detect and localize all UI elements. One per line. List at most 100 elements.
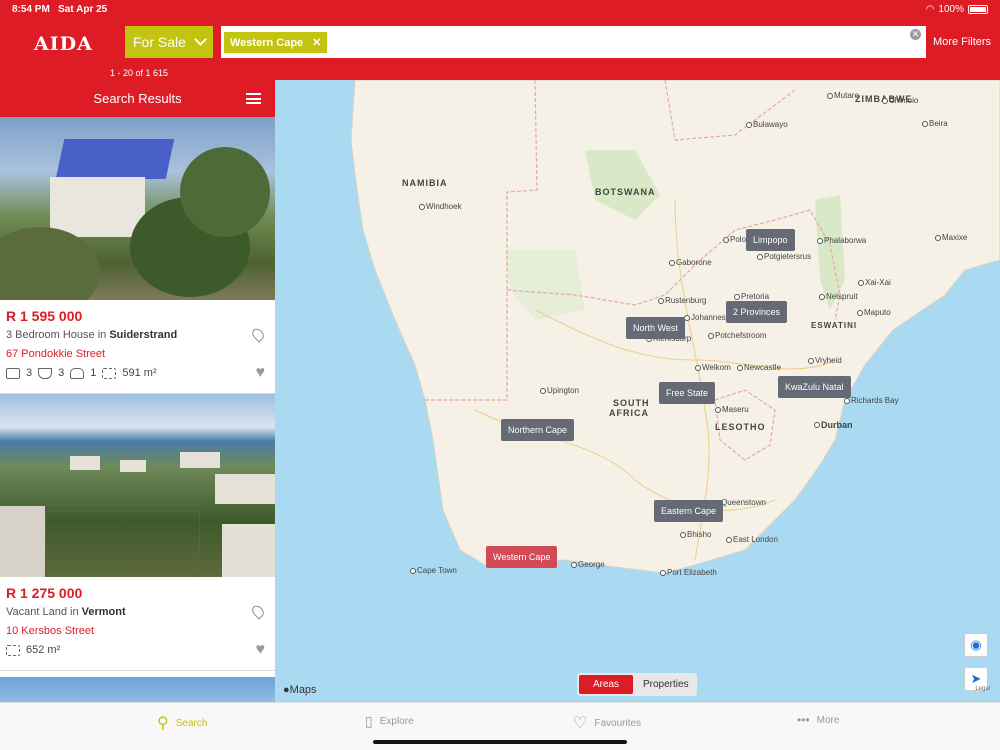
map-pin-icon[interactable] (249, 326, 267, 343)
city-label: Richards Bay (844, 396, 899, 405)
country-label: SOUTH (613, 398, 650, 408)
house (70, 456, 100, 470)
region-tag-north-west[interactable]: North West (626, 317, 685, 339)
listing-card[interactable]: R 1 595 000 3 Bedroom House in Suiderstr… (0, 117, 275, 394)
globe-icon[interactable]: ◉ (964, 633, 988, 657)
apple-maps-logo: ●Maps (283, 684, 317, 696)
tab-explore[interactable]: ▯ Explore (365, 713, 414, 730)
listing-card[interactable]: R 1 275 000 Vacant Land in Vermont 10 Ke… (0, 394, 275, 671)
bed-icon (6, 367, 20, 379)
city-label: Newcastle (737, 363, 781, 372)
city-label: Phalaborwa (816, 236, 867, 245)
garage-count: 1 (90, 367, 97, 379)
heart-icon: ♡ (573, 715, 588, 732)
floor-size: 652 m² (26, 644, 61, 656)
listing-type: 3 Bedroom House in (6, 329, 107, 341)
country-label: AFRICA (609, 408, 649, 418)
house-wall (50, 177, 145, 237)
listing-description: 3 Bedroom House in Suiderstrand (6, 329, 177, 341)
more-filters-button[interactable]: More Filters (933, 36, 991, 48)
menu-icon[interactable] (246, 93, 261, 104)
location-chip-label: Western Cape (230, 36, 304, 49)
country-label: LESOTHO (715, 422, 766, 432)
city-label: Maseru (715, 405, 749, 414)
region-tag-2-provinces[interactable]: 2 Provinces (726, 301, 788, 323)
city-label: Mutare (827, 91, 859, 100)
app-root: 8:54 PM Sat Apr 25 ◠ 100% AIDA For Sale … (0, 0, 1000, 750)
more-dots-icon: ••• (797, 713, 810, 727)
chip-remove-icon[interactable]: ✕ (312, 36, 321, 49)
house (215, 474, 275, 504)
sale-type-dropdown[interactable]: For Sale (125, 26, 213, 58)
country-label: NAMIBIA (402, 178, 448, 188)
listing-street: 10 Kersbos Street (6, 625, 95, 637)
aida-logo[interactable]: AIDA (34, 33, 93, 55)
city-label: Maputo (857, 308, 891, 317)
city-label: Bhisho (679, 530, 712, 539)
bath-count: 3 (58, 367, 65, 379)
maps-brand-label: Maps (289, 684, 317, 696)
tab-more[interactable]: ••• More (797, 713, 839, 727)
house (222, 524, 275, 577)
city-label: Potgietersrus (756, 252, 812, 261)
listing-type: Vacant Land in (6, 606, 79, 618)
areas-segment[interactable]: Areas (579, 675, 633, 694)
floor-size: 591 m² (122, 367, 157, 379)
favourite-heart-icon[interactable]: ♥ (256, 364, 266, 382)
city-label: Vryheid (808, 356, 842, 365)
listing-price: R 1 275 000 (6, 585, 83, 601)
chevron-down-icon (194, 33, 207, 46)
listing-photo[interactable] (0, 677, 275, 702)
battery-label: 100% (938, 4, 964, 15)
city-label: Upington (539, 386, 580, 395)
city-label: Port Elizabeth (660, 568, 717, 577)
country-label: BOTSWANA (595, 187, 656, 197)
city-label: Beira (922, 119, 948, 128)
properties-segment[interactable]: Properties (633, 675, 695, 694)
location-chip[interactable]: Western Cape ✕ (224, 32, 328, 53)
region-tag-eastern-cape[interactable]: Eastern Cape (654, 500, 724, 522)
city-label: Nelspruit (819, 292, 858, 301)
listing-area: Vermont (81, 606, 126, 618)
search-input[interactable]: Western Cape ✕ ✕ (221, 26, 926, 58)
tab-search[interactable]: ⚲ Search (157, 713, 207, 733)
areas-properties-toggle[interactable]: Areas Properties (577, 673, 697, 696)
apple-icon: ● (283, 684, 290, 696)
status-time: 8:54 PM Sat Apr 25 (12, 4, 108, 15)
tab-favourites[interactable]: ♡ Favourites (573, 713, 641, 733)
favourite-heart-icon[interactable]: ♥ (256, 641, 266, 659)
city-label: Windhoek (419, 202, 462, 211)
region-tag-western-cape[interactable]: Western Cape (486, 546, 558, 568)
listing-price: R 1 595 000 (6, 308, 83, 324)
top-header: 8:54 PM Sat Apr 25 ◠ 100% AIDA For Sale … (0, 0, 1000, 80)
city-label: Xai-Xai (858, 278, 891, 287)
wifi-icon: ◠ (925, 4, 935, 15)
car-icon (70, 367, 85, 379)
plot-outline (45, 511, 200, 577)
sale-type-label: For Sale (133, 34, 186, 50)
listing-area: Suiderstrand (109, 329, 178, 341)
results-header: Search Results (0, 80, 275, 117)
tree (180, 147, 270, 237)
region-tag-limpopo[interactable]: Limpopo (746, 229, 795, 251)
city-label: Maxixe (934, 233, 968, 242)
city-label: Durban (814, 420, 853, 430)
region-tag-kwazulu-natal[interactable]: KwaZulu Natal (778, 376, 851, 398)
city-label: Potchefstroom (708, 331, 767, 340)
status-right: ◠ 100% (926, 4, 988, 15)
listing-photo[interactable] (0, 394, 275, 577)
map-pin-icon[interactable] (249, 603, 267, 620)
region-tag-free-state[interactable]: Free State (659, 382, 716, 404)
city-label: Gaborone (669, 258, 712, 267)
city-label: George (571, 560, 605, 569)
map-landmass (350, 80, 1000, 574)
home-indicator (373, 740, 627, 744)
listing-features: 3 3 1 591 m² (6, 367, 157, 379)
house-roof (55, 139, 175, 179)
region-tag-northern-cape[interactable]: Northern Cape (501, 419, 575, 441)
house (180, 452, 220, 468)
clear-search-icon[interactable]: ✕ (910, 29, 921, 40)
listing-photo[interactable] (0, 117, 275, 300)
legal-link[interactable]: Legal (975, 686, 990, 692)
map-view[interactable]: ZIMBABWE NAMIBIA BOTSWANA SOUTH AFRICA L… (275, 80, 1000, 702)
